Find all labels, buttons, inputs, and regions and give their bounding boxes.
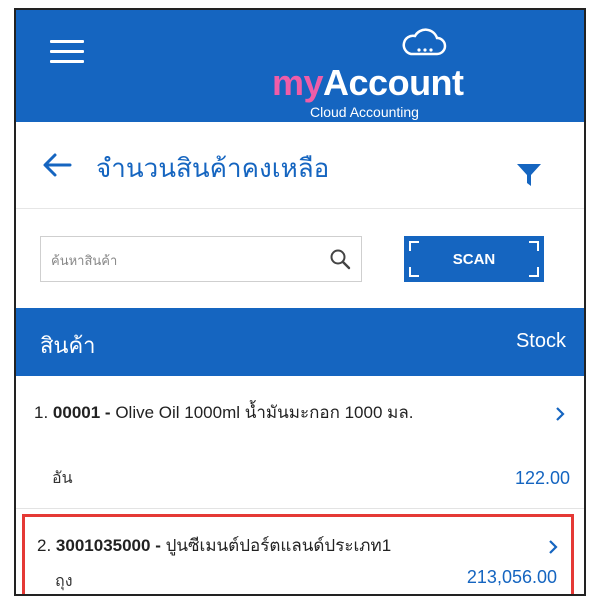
item-code: 3001035000 bbox=[55, 536, 151, 555]
item-separator: - bbox=[150, 536, 166, 555]
brand-logo: myAccount Cloud Accounting bbox=[266, 28, 476, 120]
item-separator: - bbox=[100, 403, 116, 422]
cloud-icon bbox=[402, 28, 447, 56]
item-unit: ถุง bbox=[55, 573, 73, 590]
item-name: Olive Oil 1000ml น้ำมันมะกอก 1000 มล. bbox=[115, 403, 414, 422]
chevron-right-icon bbox=[549, 540, 558, 554]
item-stock-qty: 213,056.00 bbox=[466, 567, 557, 587]
item-title: 1. 00001 - Olive Oil 1000ml น้ำมันมะกอก … bbox=[34, 400, 494, 425]
list-item[interactable]: 1. 00001 - Olive Oil 1000ml น้ำมันมะกอก … bbox=[16, 376, 584, 509]
item-title: 2. 3001035000 - ปูนซีเมนต์ปอร์ตแลนด์ประเ… bbox=[37, 533, 497, 558]
filter-icon[interactable] bbox=[516, 162, 542, 188]
scan-button-label: SCAN bbox=[452, 250, 496, 268]
brand-main: Account bbox=[323, 62, 464, 103]
arrow-left-icon[interactable] bbox=[42, 152, 72, 178]
item-index: 1. bbox=[34, 403, 49, 422]
search-box bbox=[40, 236, 362, 283]
item-index: 2. bbox=[37, 536, 52, 555]
chevron-right-icon bbox=[556, 407, 565, 421]
page-title: จำนวนสินค้าคงเหลือ bbox=[96, 153, 330, 183]
search-input[interactable] bbox=[49, 237, 323, 283]
title-bar: จำนวนสินค้าคงเหลือ bbox=[16, 122, 584, 209]
app-header: myAccount Cloud Accounting bbox=[16, 10, 584, 122]
menu-button[interactable] bbox=[50, 40, 84, 66]
scan-button[interactable]: SCAN bbox=[404, 236, 544, 282]
item-unit: อัน bbox=[52, 470, 73, 487]
item-stock-qty: 122.00 bbox=[514, 468, 570, 488]
search-icon[interactable] bbox=[329, 248, 351, 270]
app-frame: myAccount Cloud Accounting จำนวนสินค้าคง… bbox=[14, 8, 586, 596]
brand-name: myAccount bbox=[272, 62, 464, 104]
item-code: 00001 bbox=[52, 403, 101, 422]
brand-prefix: my bbox=[272, 62, 324, 103]
column-header-stock: Stock bbox=[515, 330, 566, 352]
item-name: ปูนซีเมนต์ปอร์ตแลนด์ประเภท1 bbox=[165, 536, 392, 555]
hamburger-icon bbox=[50, 40, 84, 43]
list-item[interactable]: 2. 3001035000 - ปูนซีเมนต์ปอร์ตแลนด์ประเ… bbox=[22, 514, 574, 594]
brand-subtitle: Cloud Accounting bbox=[310, 104, 419, 120]
list-header: สินค้า Stock bbox=[16, 308, 584, 376]
column-header-product: สินค้า bbox=[40, 333, 96, 358]
